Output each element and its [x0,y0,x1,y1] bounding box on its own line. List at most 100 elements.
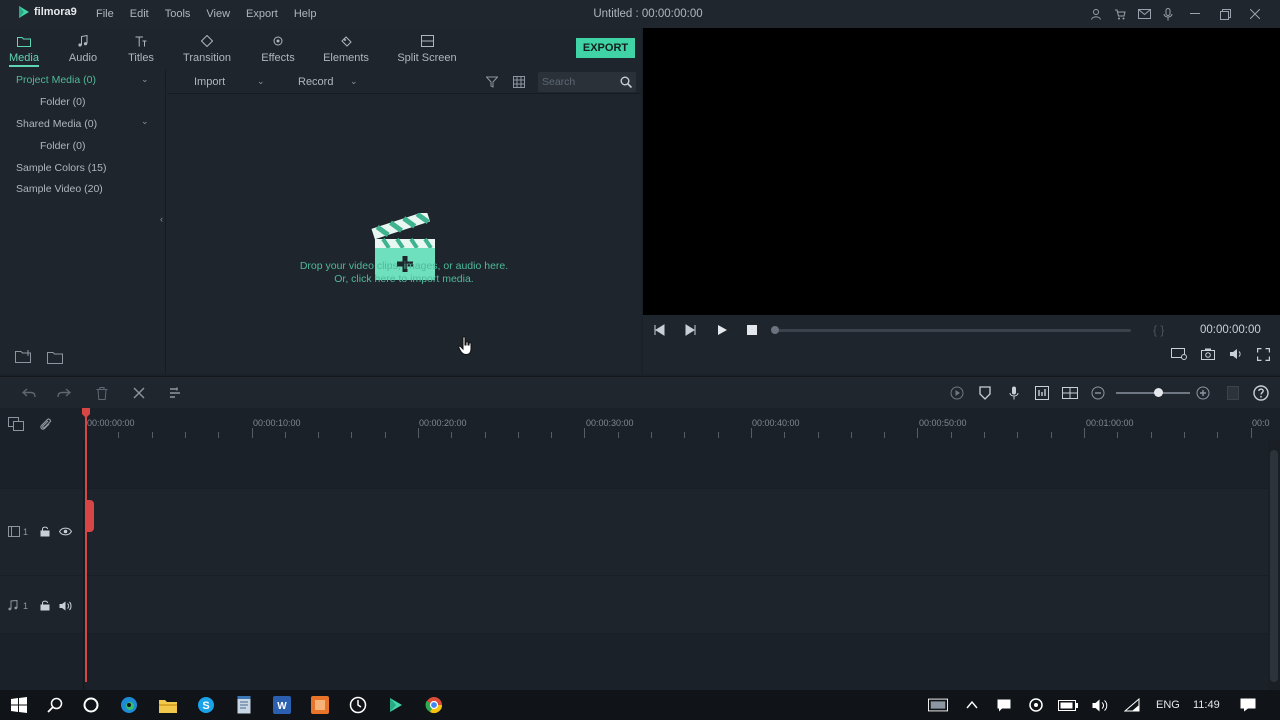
tab-effects[interactable]: Effects [257,34,299,64]
grid-view-icon[interactable] [513,76,525,88]
search-icon[interactable] [45,695,65,715]
edge-browser-icon[interactable] [119,695,139,715]
tray-chevron-up-icon[interactable] [962,695,982,715]
undo-icon[interactable] [21,385,37,401]
import-dropdown[interactable]: Import [194,76,225,88]
paperclip-icon[interactable] [38,417,52,431]
audio-track-lane[interactable] [85,576,1268,633]
close-icon[interactable] [1244,6,1266,22]
delete-icon[interactable] [94,385,110,401]
tree-item-sample-colors[interactable]: Sample Colors (15) [16,162,106,174]
lock-icon[interactable] [40,600,50,611]
tablet-mode-icon[interactable] [928,695,948,715]
file-explorer-icon[interactable] [158,695,178,715]
minimize-icon[interactable] [1184,6,1206,22]
zoom-slider-track[interactable] [1116,392,1190,394]
tree-item-project-media[interactable]: Project Media (0) [16,74,96,86]
clock-app-icon[interactable] [348,695,368,715]
ruler-label: 00:00:50:00 [919,418,967,428]
network-icon[interactable] [1122,695,1142,715]
chevron-down-icon[interactable]: ⌄ [141,116,149,127]
track-manager-icon[interactable] [1225,385,1241,401]
speaker-icon[interactable] [59,601,72,611]
playback-progress-track[interactable] [775,329,1131,332]
tab-audio[interactable]: Audio [66,34,100,64]
security-icon[interactable] [1026,695,1046,715]
display-settings-icon[interactable] [1171,348,1187,360]
playhead-line[interactable] [85,408,87,682]
link-tracks-icon[interactable] [8,417,24,431]
zoom-in-icon[interactable] [1195,385,1211,401]
filter-icon[interactable] [486,76,498,88]
tab-transition[interactable]: Transition [181,34,233,64]
search-input[interactable] [542,75,616,89]
folder-icon[interactable] [47,351,63,364]
language-indicator[interactable]: ENG [1156,699,1180,711]
tree-item-folder[interactable]: Folder (0) [40,96,86,108]
cart-icon[interactable] [1112,6,1128,22]
snapshot-camera-icon[interactable] [1201,348,1215,360]
empty-track-area[interactable] [85,440,1268,488]
chevron-down-icon[interactable]: ⌄ [257,76,265,87]
tree-item-shared-media[interactable]: Shared Media (0) [16,118,97,130]
render-preview-icon[interactable] [949,385,965,401]
chevron-down-icon[interactable]: ⌄ [141,74,149,85]
windows-start-icon[interactable] [9,695,29,715]
collapse-handle[interactable]: ‹ [160,214,163,224]
empty-track-area[interactable] [85,634,1268,690]
zoom-slider-knob[interactable] [1154,388,1163,397]
search-icon[interactable] [620,76,632,88]
stop-icon[interactable] [747,325,757,335]
video-track-lane[interactable] [85,489,1268,575]
help-icon[interactable] [1253,385,1269,401]
step-back-icon[interactable] [653,324,665,336]
restore-icon[interactable] [1214,6,1236,22]
tree-item-sample-video[interactable]: Sample Video (20) [16,183,103,195]
audio-mixer-icon[interactable] [1034,385,1050,401]
tab-elements[interactable]: Elements [322,34,370,64]
chat-icon[interactable] [994,695,1014,715]
chrome-icon[interactable] [424,695,444,715]
office-app-icon[interactable] [310,695,330,715]
tab-titles[interactable]: Titles [124,34,158,64]
eye-icon[interactable] [59,527,72,536]
battery-icon[interactable] [1058,695,1078,715]
play-icon[interactable] [716,324,728,336]
marker-shield-icon[interactable] [977,385,993,401]
new-folder-icon[interactable] [15,350,33,364]
notification-center-icon[interactable] [1238,695,1258,715]
timeline-vertical-scrollbar[interactable] [1270,450,1278,682]
export-button[interactable]: EXPORT [576,38,635,58]
fullscreen-icon[interactable] [1257,348,1270,361]
adjust-icon[interactable] [167,385,183,401]
lock-icon[interactable] [40,526,50,537]
snapshot-grid-icon[interactable] [1062,385,1078,401]
clock-time[interactable]: 11:49 [1193,699,1220,711]
media-drop-area[interactable]: Drop your video clips, images, or audio … [167,95,641,374]
volume-icon[interactable] [1229,348,1243,360]
cortana-icon[interactable] [81,695,101,715]
play-backward-icon[interactable] [684,324,696,336]
mark-in-out-icon[interactable]: { } [1153,323,1164,337]
word-app-icon[interactable]: W [272,695,292,715]
drop-line-2[interactable]: Or, click here to import media. [167,273,641,286]
playback-progress-knob[interactable] [771,326,779,334]
tree-item-folder[interactable]: Folder (0) [40,140,86,152]
notepad-icon[interactable] [234,695,254,715]
mail-icon[interactable] [1136,6,1152,22]
tab-split-screen[interactable]: Split Screen [396,34,458,64]
record-dropdown[interactable]: Record [298,76,333,88]
user-icon[interactable] [1088,6,1104,22]
tab-media[interactable]: Media [7,34,41,64]
timeline-ruler[interactable]: 00:00:00:00 00:00:10:00 00:00:20:00 00:0… [0,408,1280,440]
voiceover-microphone-icon[interactable] [1006,385,1022,401]
zoom-out-icon[interactable] [1090,385,1106,401]
redo-icon[interactable] [56,385,72,401]
chevron-down-icon[interactable]: ⌄ [350,76,358,87]
volume-icon[interactable] [1090,695,1110,715]
cut-icon[interactable] [131,385,147,401]
skype-icon[interactable]: S [196,695,216,715]
folder-tree: Project Media (0) ⌄ Folder (0) Shared Me… [0,70,166,374]
microphone-icon[interactable] [1160,6,1176,22]
filmora-taskbar-icon[interactable] [386,695,406,715]
